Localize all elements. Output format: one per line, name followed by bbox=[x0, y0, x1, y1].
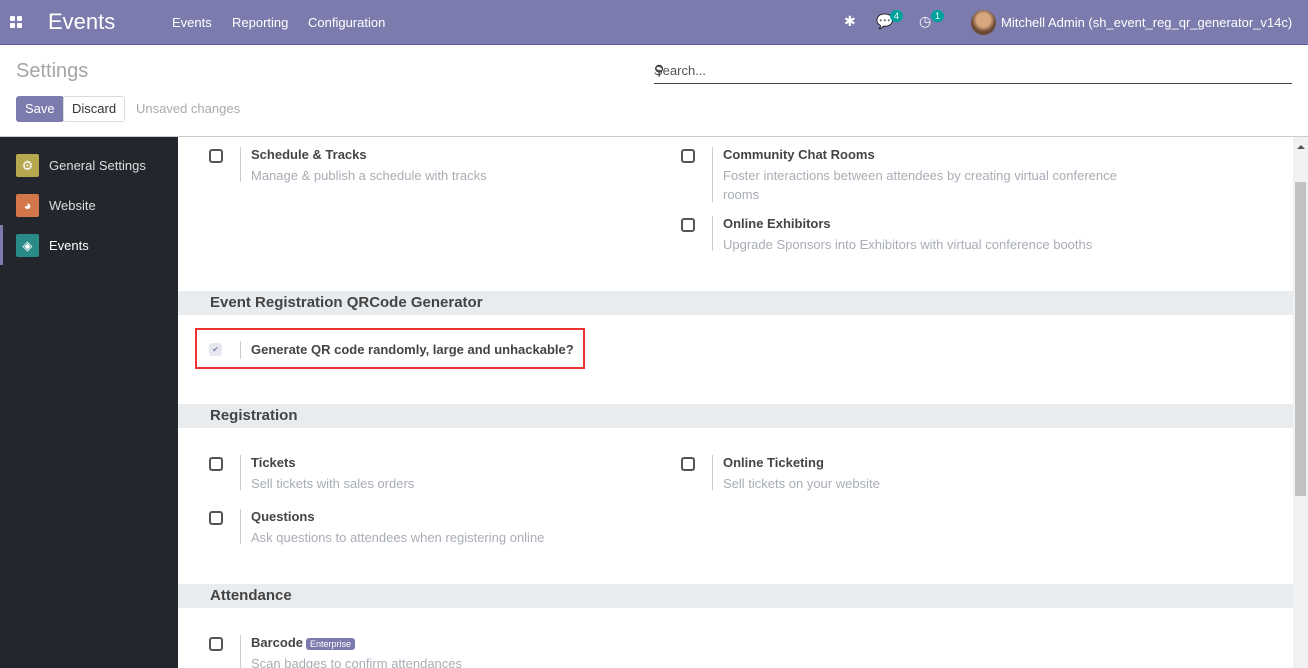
menu-events[interactable]: Events bbox=[172, 15, 212, 30]
gear-icon: ⚙ bbox=[16, 154, 39, 177]
section-qr-generator: Event Registration QRCode Generator bbox=[178, 291, 1293, 315]
setting-name: Community Chat Rooms bbox=[723, 147, 875, 162]
activities-badge: 1 bbox=[931, 10, 945, 22]
setting-description: Sell tickets on your website bbox=[723, 476, 880, 491]
setting-name: Barcode Enterprise bbox=[251, 635, 356, 650]
sidebar-item-website[interactable]: ◕ Website bbox=[0, 185, 178, 225]
setting-name: Questions bbox=[251, 509, 315, 524]
barcode-checkbox[interactable] bbox=[209, 637, 223, 651]
setting-description: Sell tickets with sales orders bbox=[251, 476, 415, 491]
setting-name: Tickets bbox=[251, 455, 296, 470]
online-ticketing-checkbox[interactable] bbox=[681, 457, 695, 471]
avatar[interactable] bbox=[971, 10, 996, 35]
tickets-checkbox[interactable] bbox=[209, 457, 223, 471]
settings-sidebar: ⚙ General Settings ◕ Website ◈ Events bbox=[0, 137, 178, 668]
activities-clock-icon[interactable]: ◷ 1 bbox=[919, 10, 945, 30]
setting-description: Foster interactions between attendees by… bbox=[723, 168, 1117, 202]
enterprise-badge: Enterprise bbox=[306, 638, 356, 650]
setting-description: Scan badges to confirm attendances bbox=[251, 656, 463, 668]
page-title: Settings bbox=[16, 60, 89, 82]
setting-description: Ask questions to attendees when register… bbox=[251, 530, 545, 545]
setting-name: Online Exhibitors bbox=[723, 216, 831, 231]
scrollbar-thumb[interactable] bbox=[1295, 182, 1306, 496]
setting-name: Generate QR code randomly, large and unh… bbox=[251, 342, 574, 357]
section-registration: Registration bbox=[178, 404, 1293, 428]
messages-badge: 4 bbox=[890, 10, 904, 22]
user-menu[interactable]: Mitchell Admin (sh_event_reg_qr_generato… bbox=[1001, 15, 1292, 30]
barcode-label: Barcode bbox=[251, 635, 304, 650]
ticket-icon: ◈ bbox=[16, 234, 39, 257]
search-icon[interactable]: ⚲ bbox=[654, 62, 1292, 79]
setting-description: Manage & publish a schedule with tracks bbox=[251, 168, 487, 183]
sidebar-item-events[interactable]: ◈ Events bbox=[0, 225, 178, 265]
save-button[interactable]: Save bbox=[16, 96, 64, 122]
setting-name: Online Ticketing bbox=[723, 455, 824, 470]
setting-description: Upgrade Sponsors into Exhibitors with vi… bbox=[723, 237, 1093, 252]
control-panel: Settings Search... ⚲ Save Discard Unsaved… bbox=[0, 46, 1308, 137]
sidebar-item-general-settings[interactable]: ⚙ General Settings bbox=[0, 145, 178, 185]
unsaved-changes-label: Unsaved changes bbox=[136, 101, 241, 116]
top-navbar: Events Events Reporting Configuration ✱ … bbox=[0, 0, 1308, 45]
scroll-up-arrow-icon[interactable] bbox=[1297, 141, 1305, 149]
sidebar-item-label: Events bbox=[49, 238, 89, 253]
menu-configuration[interactable]: Configuration bbox=[308, 15, 385, 30]
debug-bug-icon[interactable]: ✱ bbox=[844, 13, 856, 30]
sidebar-item-label: Website bbox=[49, 198, 96, 213]
chat-checkbox[interactable] bbox=[681, 149, 695, 163]
search-input[interactable]: Search... ⚲ bbox=[654, 60, 1292, 84]
section-attendance: Attendance bbox=[178, 584, 1293, 608]
app-name: Events bbox=[48, 9, 116, 34]
globe-icon: ◕ bbox=[16, 194, 39, 217]
scrollbar[interactable] bbox=[1293, 137, 1308, 668]
messages-icon[interactable]: 💬 4 bbox=[876, 10, 904, 30]
settings-content: Schedule & Tracks Manage & publish a sch… bbox=[178, 137, 1293, 668]
apps-menu-icon[interactable] bbox=[10, 16, 22, 28]
schedule-checkbox[interactable] bbox=[209, 149, 223, 163]
discard-button[interactable]: Discard bbox=[63, 96, 126, 122]
sidebar-item-label: General Settings bbox=[49, 158, 146, 173]
menu-reporting[interactable]: Reporting bbox=[232, 15, 288, 30]
setting-name: Schedule & Tracks bbox=[251, 147, 367, 162]
qr-checkbox-checked[interactable]: ✔ bbox=[209, 343, 222, 356]
exhibitors-checkbox[interactable] bbox=[681, 218, 695, 232]
questions-checkbox[interactable] bbox=[209, 511, 223, 525]
